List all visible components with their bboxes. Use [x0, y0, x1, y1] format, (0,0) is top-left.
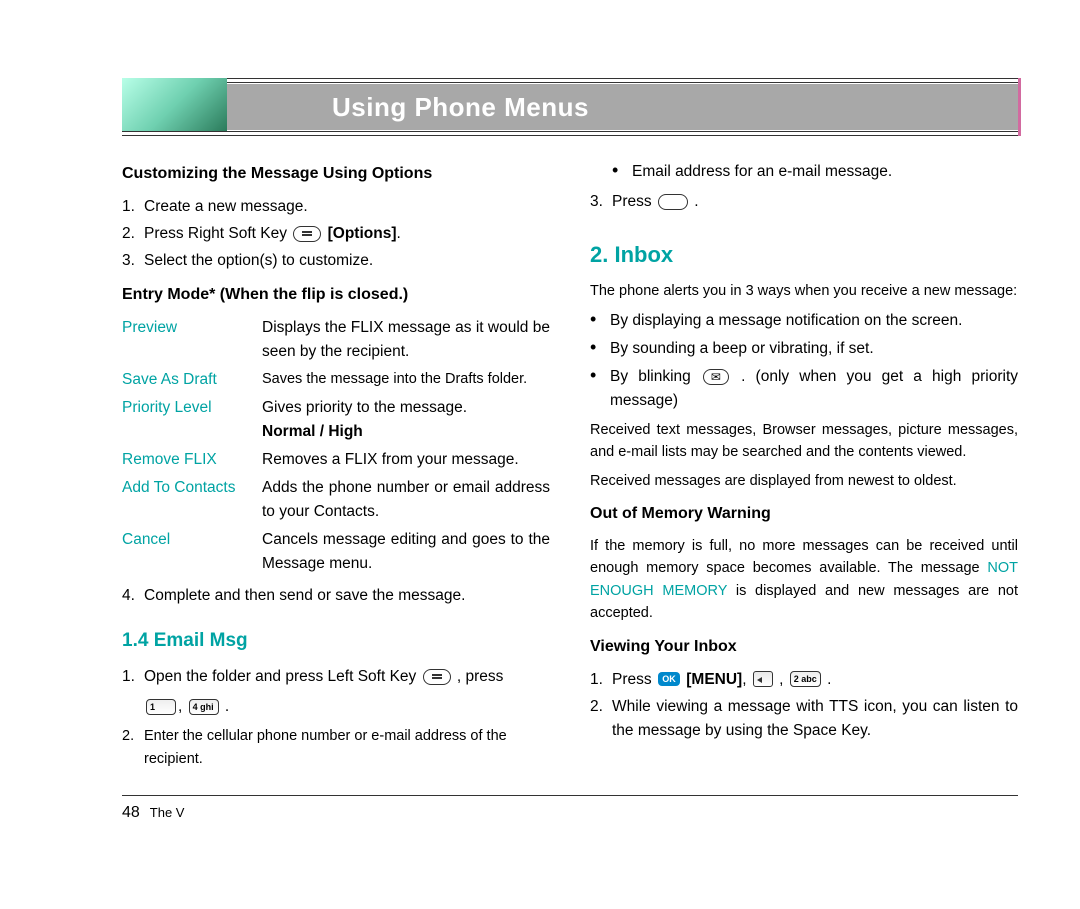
option-name: Preview: [122, 316, 262, 340]
key-2-icon: 2 abc: [790, 671, 821, 687]
page-number: 48: [122, 804, 140, 822]
option-cancel: Cancel Cancels message editing and goes …: [122, 528, 550, 576]
option-desc: Gives priority to the message. Normal / …: [262, 396, 550, 444]
press-label: Press: [612, 671, 656, 688]
option-desc: Displays the FLIX message as it would be…: [262, 316, 550, 364]
right-soft-key-icon: [293, 226, 321, 242]
step-1: 1. Create a new message.: [122, 195, 550, 219]
bullet-email-address: Email address for an e-mail message.: [612, 160, 1018, 184]
right-column: Email address for an e-mail message. 3. …: [590, 156, 1018, 773]
subheading-customizing: Customizing the Message Using Options: [122, 162, 550, 187]
period: .: [827, 671, 831, 688]
footer-title: The V: [150, 805, 185, 820]
view-step-1: 1. Press OK [MENU], , 2 abc .: [590, 668, 1018, 692]
options-table: Preview Displays the FLIX message as it …: [122, 316, 550, 576]
option-desc: Removes a FLIX from your message.: [262, 448, 550, 472]
content-columns: Customizing the Message Using Options 1.…: [122, 156, 1018, 773]
pink-tab: [1018, 78, 1021, 136]
option-save-draft: Save As Draft Saves the message into the…: [122, 368, 550, 392]
option-name: Priority Level: [122, 396, 262, 420]
step-4: 4. Complete and then send or save the me…: [122, 584, 550, 608]
alert3-a: By blinking: [610, 368, 701, 385]
page-footer: 48 The V: [122, 804, 1018, 822]
key-4-icon: 4 ghi: [189, 699, 219, 715]
option-name: Add To Contacts: [122, 476, 262, 500]
option-preview: Preview Displays the FLIX message as it …: [122, 316, 550, 364]
option-remove-flix: Remove FLIX Removes a FLIX from your mes…: [122, 448, 550, 472]
header-photo: [122, 78, 227, 132]
option-add-contacts: Add To Contacts Adds the phone number or…: [122, 476, 550, 524]
option-priority: Priority Level Gives priority to the mes…: [122, 396, 550, 444]
option-desc: Adds the phone number or email address t…: [262, 476, 550, 524]
options-label: [Options]: [328, 225, 397, 242]
step-2: 2. Press Right Soft Key [Options].: [122, 222, 550, 246]
bullet-text: Email address for an e-mail message.: [632, 160, 1018, 184]
envelope-icon: [703, 369, 729, 385]
step-text-a: Press Right Soft Key: [144, 225, 291, 242]
manual-page: Using Phone Menus Customizing the Messag…: [0, 0, 1080, 862]
section-inbox: 2. Inbox: [590, 238, 1018, 272]
press-label: Press: [612, 193, 656, 210]
period: .: [397, 225, 401, 242]
inbox-intro: The phone alerts you in 3 ways when you …: [590, 280, 1018, 302]
key-1-icon: 1: [146, 699, 176, 715]
option-desc: Saves the message into the Drafts folder…: [262, 368, 550, 390]
email-step1-a: Open the folder and press Left Soft Key: [144, 668, 421, 685]
nav-left-icon: [753, 671, 773, 687]
priority-values: Normal / High: [262, 423, 363, 440]
step-text: While viewing a message with TTS icon, y…: [612, 695, 1018, 743]
left-column: Customizing the Message Using Options 1.…: [122, 156, 550, 773]
menu-label: [MENU]: [686, 671, 742, 688]
step-text: Select the option(s) to customize.: [144, 249, 550, 273]
bullet-text: By sounding a beep or vibrating, if set.: [610, 337, 1018, 361]
press-step-3: 3. Press .: [590, 190, 1018, 214]
period: .: [694, 193, 698, 210]
oom-body: If the memory is full, no more messages …: [590, 535, 1018, 625]
subheading-viewing-inbox: Viewing Your Inbox: [590, 635, 1018, 660]
step-text: Enter the cellular phone number or e-mai…: [144, 725, 550, 770]
step-text: Complete and then send or save the messa…: [144, 584, 550, 608]
email-step-2: 2. Enter the cellular phone number or e-…: [122, 725, 550, 770]
bullet-text: By displaying a message notification on …: [610, 309, 1018, 333]
step-3: 3. Select the option(s) to customize.: [122, 249, 550, 273]
entry-mode-heading: Entry Mode* (When the flip is closed.): [122, 283, 550, 308]
view-step-2: 2. While viewing a message with TTS icon…: [590, 695, 1018, 743]
email-step1-b: , press: [457, 668, 504, 685]
ok-key-icon: [658, 194, 688, 210]
ok-button-icon: OK: [658, 672, 680, 686]
header-banner: Using Phone Menus: [122, 78, 1018, 136]
footer-rule: [122, 795, 1018, 796]
received-para-2: Received messages are displayed from new…: [590, 470, 1018, 492]
option-name: Remove FLIX: [122, 448, 262, 472]
alert-bullet-1: By displaying a message notification on …: [590, 309, 1018, 333]
page-title: Using Phone Menus: [332, 84, 589, 130]
subheading-out-of-memory: Out of Memory Warning: [590, 502, 1018, 527]
option-name: Cancel: [122, 528, 262, 552]
option-desc: Cancels message editing and goes to the …: [262, 528, 550, 576]
alert-bullet-2: By sounding a beep or vibrating, if set.: [590, 337, 1018, 361]
left-soft-key-icon: [423, 669, 451, 685]
option-name: Save As Draft: [122, 368, 262, 392]
alert-bullet-3: By blinking . (only when you get a high …: [590, 365, 1018, 413]
step-text: Create a new message.: [144, 195, 550, 219]
received-para-1: Received text messages, Browser messages…: [590, 419, 1018, 464]
section-email-msg: 1.4 Email Msg: [122, 626, 550, 655]
email-step-1: 1. Open the folder and press Left Soft K…: [122, 665, 550, 719]
period: .: [221, 698, 230, 715]
